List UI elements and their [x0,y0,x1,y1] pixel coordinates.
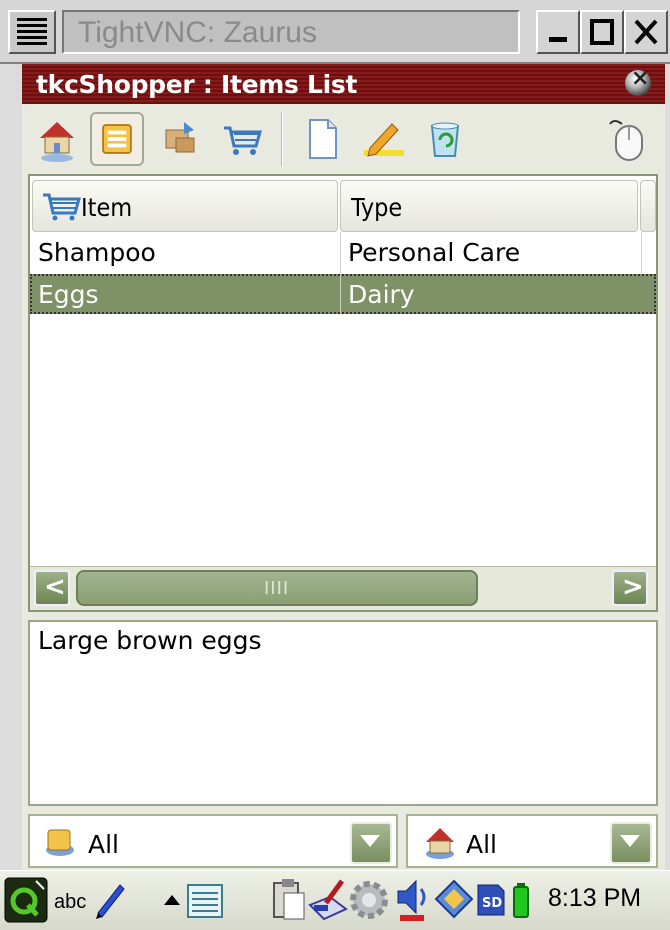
recycle-bin-icon [430,122,460,157]
minimize-icon [549,37,567,42]
items-list-button[interactable] [90,112,144,166]
maximize-button[interactable] [580,10,624,54]
new-document-icon [309,119,337,159]
column-header-item-label: Item [81,193,133,222]
scroll-left-button[interactable] [34,570,70,606]
cart-icon [43,193,81,221]
table-row-selected[interactable]: Eggs Dairy [30,274,656,314]
mouse-button[interactable] [600,112,654,166]
cell-type: Dairy [348,280,415,309]
chevron-down-icon[interactable] [350,822,392,864]
shopping-cart-button[interactable] [216,112,270,166]
store-filter-value: All [466,830,497,859]
shopping-cart-icon [224,126,262,155]
maximize-icon [590,19,614,45]
edit-button[interactable] [356,112,410,166]
home-button[interactable] [30,112,84,166]
home-icon [40,122,74,162]
app-title-bar: tkcShopper : Items List [22,64,665,104]
items-list-icon [102,124,132,154]
item-notes-text: Large brown eggs [38,626,262,655]
input-method-label[interactable]: abc [54,891,86,914]
cell-item: Shampoo [38,238,156,267]
scrollbar-grip: IIII [264,578,290,599]
clock: 8:13 PM [548,884,642,912]
new-document-button[interactable] [296,112,350,166]
clipboard-icon[interactable] [268,875,308,923]
column-header-type-label: Type [351,193,403,222]
cell-item: Eggs [38,280,99,309]
settings-gear-icon[interactable] [346,877,392,923]
q-menu-icon[interactable] [4,877,48,923]
volume-icon[interactable] [394,877,434,923]
vnc-window-title: TightVNC: Zaurus [62,10,520,54]
category-filter-select[interactable]: All [28,814,398,868]
column-header-item[interactable]: Item [32,180,338,232]
scrollbar-thumb[interactable]: IIII [76,570,478,606]
vnc-title-text: TightVNC: Zaurus [78,16,317,49]
taskbar: abc SD 8:13 PM [0,870,670,930]
chevron-down-icon[interactable] [610,822,652,864]
close-button[interactable] [624,10,668,54]
cell-type: Personal Care [348,238,521,267]
item-notes-field[interactable]: Large brown eggs [28,620,658,806]
store-filter-select[interactable]: All [406,814,658,868]
category-filter-value: All [88,830,119,859]
battery-icon [513,883,529,918]
paint-icon[interactable] [306,875,350,923]
sd-card-icon[interactable]: SD [474,881,506,919]
category-icon [46,829,74,856]
minimize-button[interactable] [536,10,580,54]
pen-icon[interactable] [92,879,128,919]
stores-button[interactable] [154,112,208,166]
delete-button[interactable] [418,112,472,166]
mouse-icon [609,120,643,161]
vnc-menu-button[interactable] [8,10,56,54]
up-arrow-icon[interactable] [162,891,182,907]
column-divider [641,232,642,274]
toolbar-separator [281,112,283,166]
edit-pencil-icon [364,123,404,157]
table-row[interactable]: Shampoo Personal Care [30,232,656,274]
sync-icon[interactable] [434,879,474,919]
app-title: tkcShopper : Items List [36,70,358,99]
column-header-overflow [640,180,656,232]
keyboard-icon[interactable] [184,881,226,921]
svg-text:SD: SD [482,896,502,911]
store-icon [426,828,454,859]
column-divider [340,274,341,314]
stores-icon [165,122,195,153]
column-header-type[interactable]: Type [340,180,638,232]
app-close-icon[interactable] [625,66,651,96]
scroll-right-button[interactable] [612,570,648,606]
close-icon [634,19,658,45]
column-divider [340,232,341,274]
